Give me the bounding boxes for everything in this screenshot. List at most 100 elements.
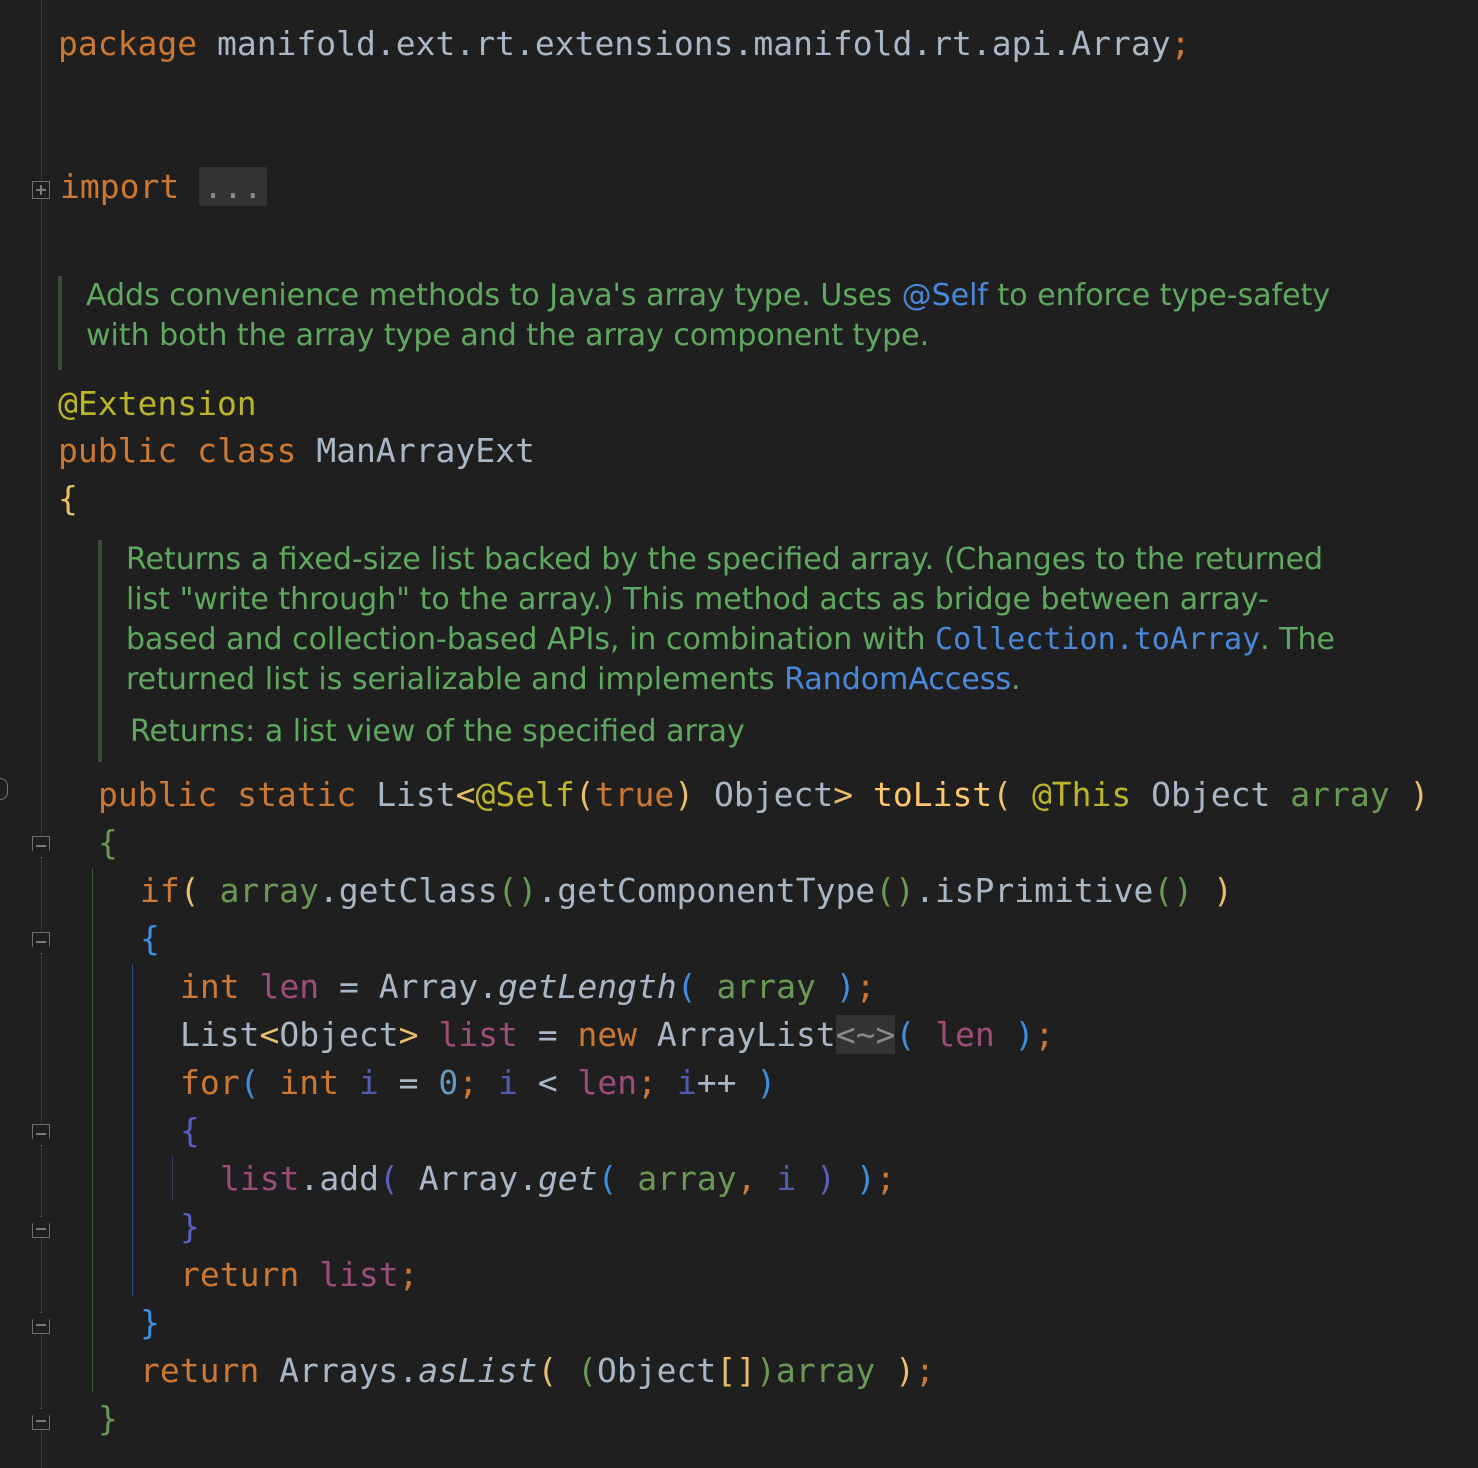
keyword: static (237, 775, 357, 814)
fold-collapse-icon[interactable] (32, 932, 50, 954)
dot: . (318, 871, 339, 910)
doc-line: with both the array type and the array c… (86, 318, 930, 353)
doc-text: based and collection-based APIs, in comb… (126, 622, 936, 657)
doc-line: based and collection-based APIs, in comb… (126, 620, 1418, 660)
paren: ) (1212, 871, 1233, 910)
semicolon: ; (1170, 24, 1191, 63)
keyword: public (98, 775, 218, 814)
fold-end-icon[interactable] (32, 1312, 50, 1334)
operator: = (398, 1063, 419, 1102)
semicolon: ; (1034, 1015, 1055, 1054)
static-method-call: getLength (497, 967, 677, 1006)
code-line-list[interactable]: List<Object> list = new ArrayList<~>( le… (180, 1015, 1054, 1055)
folded-imports[interactable]: ... (199, 167, 267, 206)
folded-diamond[interactable]: <~> (835, 1015, 896, 1054)
paren: ) (756, 1351, 776, 1390)
paren: ( (537, 1351, 558, 1390)
method-javadoc: Returns a fixed-size list backed by the … (98, 540, 1418, 762)
doc-link[interactable]: RandomAccess (784, 662, 1011, 697)
fold-expand-icon[interactable] (32, 181, 50, 199)
code-line-method-open[interactable]: { (98, 823, 118, 863)
code-line-return-list[interactable]: return list; (180, 1255, 418, 1295)
method-call: add (319, 1159, 379, 1198)
local-variable: list (319, 1255, 399, 1294)
angle-bracket: < (259, 1015, 280, 1054)
code-line-import[interactable]: import ... (60, 167, 267, 207)
code-line-for[interactable]: for( int i = 0; i < len; i++ ) (180, 1063, 776, 1103)
gutter-divider (41, 0, 42, 1468)
code-line-if[interactable]: if( array.getClass().getComponentType().… (140, 871, 1233, 911)
paren: ) (855, 1159, 876, 1198)
doc-text: Adds convenience methods to Java's array… (86, 278, 902, 313)
doc-line: Returns a fixed-size list backed by the … (126, 542, 1324, 577)
indent-guide (132, 964, 133, 1296)
fold-collapse-icon[interactable] (32, 836, 50, 858)
code-line-for-close[interactable]: } (180, 1207, 200, 1247)
doc-text: . The (1260, 622, 1335, 657)
doc-text: . (1011, 662, 1021, 697)
angle-bracket: > (398, 1015, 419, 1054)
paren: ( (574, 775, 595, 814)
paren: ) (835, 967, 856, 1006)
doc-text: to enforce type-safety (988, 278, 1331, 313)
angle-bracket: < (455, 775, 476, 814)
doc-text: returned list is serializable and implem… (126, 662, 785, 697)
bracket: [] (716, 1351, 756, 1390)
paren: () (875, 871, 915, 910)
doc-returns: Returns: a list view of the specified ar… (130, 714, 745, 749)
keyword: public (58, 431, 178, 470)
keyword: new (577, 1015, 638, 1054)
loop-variable: i (358, 1063, 379, 1102)
code-line-method-close[interactable]: } (98, 1399, 118, 1439)
parameter: array (637, 1159, 737, 1198)
code-line-package[interactable]: package manifold.ext.rt.extensions.manif… (58, 24, 1190, 64)
annotation: @Extension (58, 384, 257, 423)
loop-variable: i (497, 1063, 518, 1102)
method-call: isPrimitive (934, 871, 1154, 910)
paren: ( (597, 1159, 618, 1198)
method-call: getComponentType (557, 871, 876, 910)
dot: . (398, 1351, 419, 1390)
paren: ) (895, 1351, 915, 1390)
gutter-marker-icon[interactable] (0, 778, 8, 800)
code-line-class-decl[interactable]: public class ManArrayExt (58, 431, 535, 471)
static-method-call: get (537, 1159, 598, 1198)
code-line-len[interactable]: int len = Array.getLength( array ); (180, 967, 875, 1007)
code-line-if-open[interactable]: { (140, 919, 160, 959)
fold-collapse-icon[interactable] (32, 1124, 50, 1146)
operator: = (338, 967, 359, 1006)
paren: ( (895, 1015, 916, 1054)
operator: = (537, 1015, 558, 1054)
local-variable: len (259, 967, 320, 1006)
fold-end-icon[interactable] (32, 1216, 50, 1238)
code-line-if-close[interactable]: } (140, 1303, 160, 1343)
indent-guide (92, 868, 93, 1392)
dot: . (518, 1159, 538, 1198)
local-variable: len (935, 1015, 995, 1054)
code-line-class-open[interactable]: { (58, 479, 78, 519)
brace: { (140, 919, 160, 958)
code-line-annotation[interactable]: @Extension (58, 384, 257, 424)
keyword: import (60, 167, 180, 206)
code-line-add[interactable]: list.add( Array.get( array, i ) ); (220, 1159, 896, 1199)
brace: { (98, 823, 118, 862)
code-editor[interactable]: package manifold.ext.rt.extensions.manif… (0, 0, 1478, 1468)
annotation: @This (1031, 775, 1132, 814)
brace: } (140, 1303, 160, 1342)
code-line-return-aslist[interactable]: return Arrays.asList( (Object[])array ); (140, 1351, 935, 1391)
code-line-for-open[interactable]: { (180, 1111, 200, 1151)
keyword: true (594, 775, 675, 814)
code-line-method-signature[interactable]: public static List<@Self(true) Object> t… (98, 775, 1429, 815)
type-name: ArrayList (656, 1015, 836, 1054)
keyword: class (197, 431, 297, 470)
brace: } (98, 1399, 118, 1438)
keyword: if (140, 871, 180, 910)
paren: ( (577, 1351, 598, 1390)
semicolon: ; (875, 1159, 896, 1198)
paren: ( (676, 967, 697, 1006)
static-method-call: asList (418, 1351, 538, 1390)
doc-link[interactable]: Collection.toArray (935, 622, 1260, 657)
type-name: Object (279, 1015, 399, 1054)
fold-end-icon[interactable] (32, 1408, 50, 1430)
doc-link[interactable]: @Self (902, 278, 988, 313)
